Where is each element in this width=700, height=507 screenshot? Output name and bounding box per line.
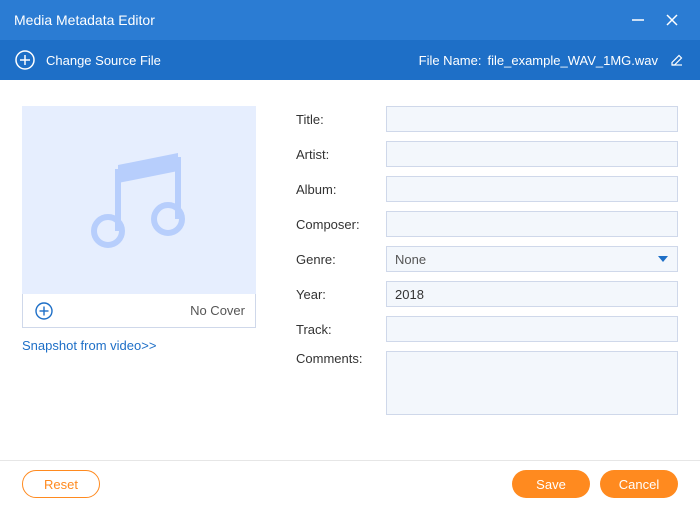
content-area: No Cover Snapshot from video>> Title: Ar… [0, 80, 700, 460]
file-name-display: File Name: file_example_WAV_1MG.wav [419, 51, 686, 69]
close-icon [664, 12, 680, 28]
chevron-down-icon [657, 253, 669, 265]
title-bar: Media Metadata Editor [0, 0, 700, 40]
minimize-button[interactable] [624, 6, 652, 34]
cancel-button[interactable]: Cancel [600, 470, 678, 498]
app-title: Media Metadata Editor [14, 12, 155, 28]
plus-circle-icon [14, 49, 36, 71]
genre-select[interactable]: None [386, 246, 678, 272]
reset-button[interactable]: Reset [22, 470, 100, 498]
cover-column: No Cover Snapshot from video>> [22, 106, 256, 450]
file-name-value: file_example_WAV_1MG.wav [487, 53, 658, 68]
add-cover-button[interactable] [33, 300, 55, 322]
comments-input[interactable] [386, 351, 678, 415]
composer-label: Composer: [296, 217, 376, 232]
artist-input[interactable] [386, 141, 678, 167]
track-label: Track: [296, 322, 376, 337]
title-label: Title: [296, 112, 376, 127]
year-input[interactable] [386, 281, 678, 307]
cover-art-placeholder [22, 106, 256, 294]
toolbar: Change Source File File Name: file_examp… [0, 40, 700, 80]
year-label: Year: [296, 287, 376, 302]
edit-filename-button[interactable] [668, 51, 686, 69]
music-note-icon [74, 135, 204, 265]
no-cover-label: No Cover [190, 303, 245, 318]
artist-label: Artist: [296, 147, 376, 162]
metadata-form: Title: Artist: Album: Composer: Genre: N… [296, 106, 678, 450]
snapshot-from-video-link[interactable]: Snapshot from video>> [22, 338, 256, 353]
album-input[interactable] [386, 176, 678, 202]
cover-bar: No Cover [22, 294, 256, 328]
composer-input[interactable] [386, 211, 678, 237]
plus-circle-icon [34, 301, 54, 321]
change-source-label: Change Source File [46, 53, 161, 68]
title-input[interactable] [386, 106, 678, 132]
file-name-label: File Name: [419, 53, 482, 68]
change-source-button[interactable]: Change Source File [14, 49, 161, 71]
comments-label: Comments: [296, 351, 376, 366]
genre-label: Genre: [296, 252, 376, 267]
footer: Reset Save Cancel [0, 460, 700, 507]
genre-value: None [395, 252, 426, 267]
track-input[interactable] [386, 316, 678, 342]
pencil-icon [670, 53, 684, 67]
save-button[interactable]: Save [512, 470, 590, 498]
album-label: Album: [296, 182, 376, 197]
minimize-icon [630, 12, 646, 28]
close-button[interactable] [658, 6, 686, 34]
